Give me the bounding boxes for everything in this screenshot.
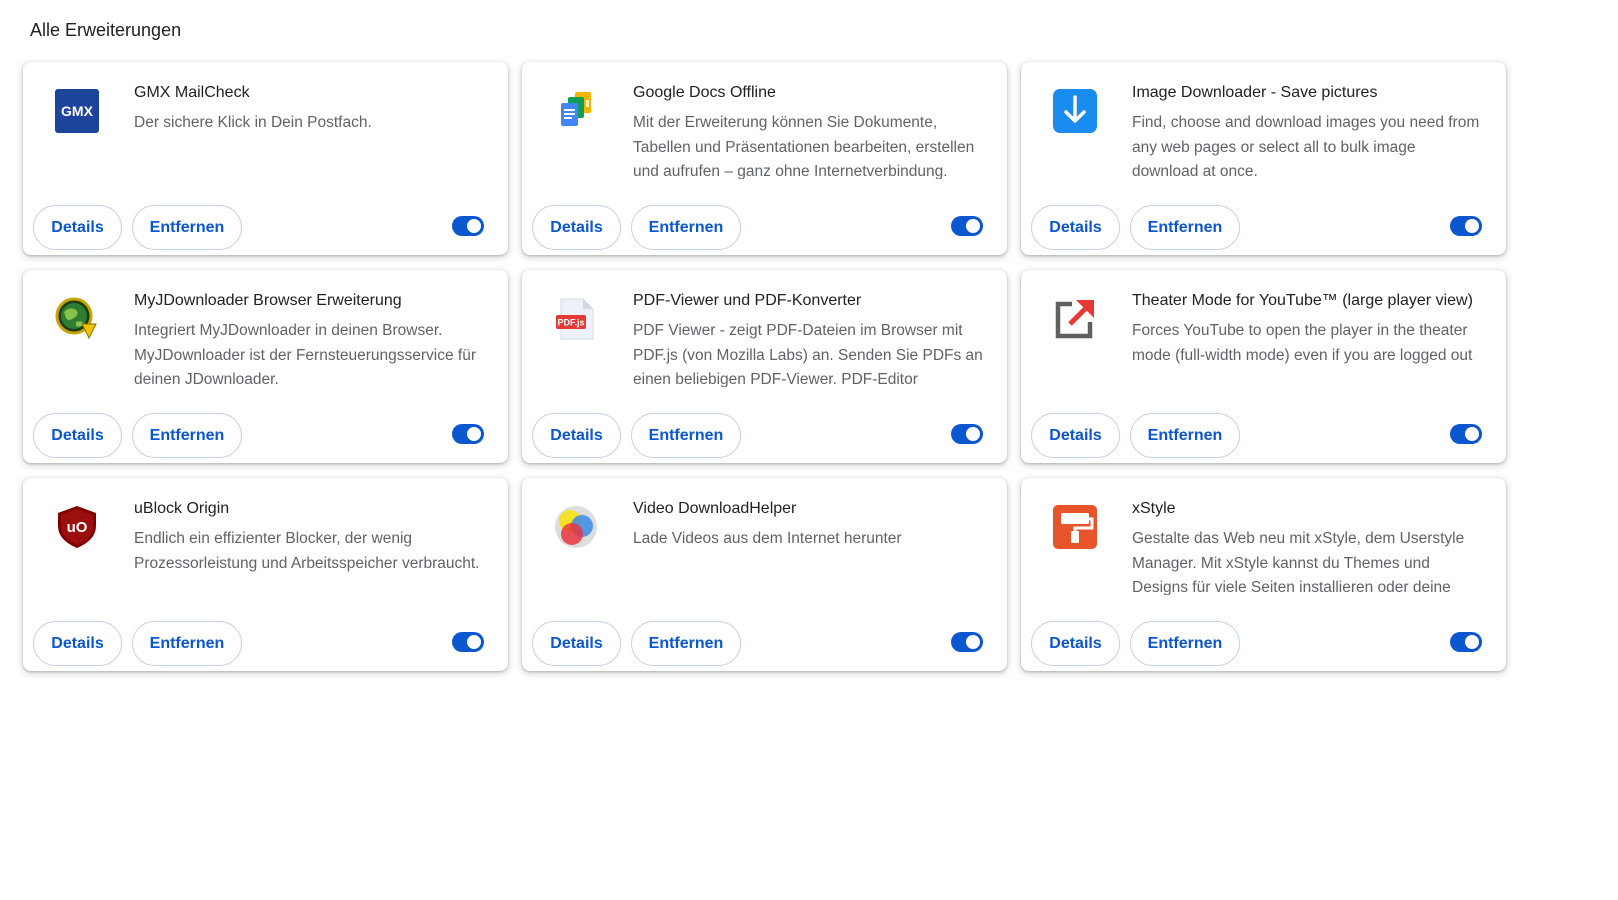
extension-card-google-docs-offline: Google Docs Offline Mit der Erweiterung … [522, 62, 1007, 255]
extension-name: Video DownloadHelper [633, 500, 797, 517]
extensions-grid: GMX GMX MailCheck Der sichere Klick in D… [23, 62, 1506, 671]
details-button[interactable]: Details [33, 413, 122, 458]
svg-text:uO: uO [67, 519, 88, 536]
enable-toggle[interactable] [951, 216, 983, 236]
ublock-shield-icon: uO [54, 504, 100, 550]
details-button[interactable]: Details [1031, 621, 1120, 666]
details-button[interactable]: Details [532, 205, 621, 250]
toggle-knob [467, 635, 481, 649]
remove-button[interactable]: Entfernen [631, 205, 741, 250]
extension-description: Find, choose and download images you nee… [1132, 114, 1480, 179]
extension-name: uBlock Origin [134, 500, 230, 517]
enable-toggle[interactable] [452, 216, 484, 236]
details-button[interactable]: Details [33, 621, 122, 666]
toggle-knob [966, 635, 980, 649]
remove-button[interactable]: Entfernen [1130, 621, 1240, 666]
extension-description: Lade Videos aus dem Internet herunter [633, 530, 902, 547]
enable-toggle[interactable] [1450, 216, 1482, 236]
colored-circles-icon [553, 504, 599, 550]
enable-toggle[interactable] [951, 424, 983, 444]
extension-card-theater-mode: Theater Mode for YouTube™ (large player … [1021, 270, 1506, 463]
globe-download-icon [54, 296, 100, 342]
remove-button[interactable]: Entfernen [631, 621, 741, 666]
extension-card-gmx-mailcheck: GMX GMX MailCheck Der sichere Klick in D… [23, 62, 508, 255]
extension-description: Integriert MyJDownloader in deinen Brows… [134, 322, 476, 387]
extension-name: Image Downloader - Save pictures [1132, 84, 1378, 101]
svg-text:GMX: GMX [61, 103, 94, 119]
extension-card-ublock-origin: uO uBlock Origin Endlich ein effizienter… [23, 478, 508, 671]
section-title: Alle Erweiterungen [30, 20, 182, 40]
paint-roller-icon [1052, 504, 1098, 550]
enable-toggle[interactable] [1450, 632, 1482, 652]
svg-text:PDF.js: PDF.js [557, 318, 584, 328]
expand-arrow-icon [1052, 296, 1098, 342]
remove-button[interactable]: Entfernen [132, 413, 242, 458]
extension-description: PDF Viewer - zeigt PDF-Dateien im Browse… [633, 322, 983, 387]
gmx-icon: GMX [54, 88, 100, 134]
remove-button[interactable]: Entfernen [631, 413, 741, 458]
pdf-file-icon: PDF.js [553, 296, 599, 342]
extension-description: Forces YouTube to open the player in the… [1132, 322, 1473, 364]
details-button[interactable]: Details [532, 413, 621, 458]
details-button[interactable]: Details [33, 205, 122, 250]
remove-button[interactable]: Entfernen [132, 621, 242, 666]
remove-button[interactable]: Entfernen [132, 205, 242, 250]
extension-card-xstyle: xStyle Gestalte das Web neu mit xStyle, … [1021, 478, 1506, 671]
extension-card-image-downloader: Image Downloader - Save pictures Find, c… [1021, 62, 1506, 255]
remove-button[interactable]: Entfernen [1130, 413, 1240, 458]
extension-name: Theater Mode for YouTube™ (large player … [1132, 292, 1473, 309]
extension-description: Mit der Erweiterung können Sie Dokumente… [633, 114, 975, 179]
download-arrow-icon [1052, 88, 1098, 134]
toggle-knob [467, 219, 481, 233]
extension-description: Gestalte das Web neu mit xStyle, dem Use… [1132, 530, 1465, 595]
enable-toggle[interactable] [452, 424, 484, 444]
remove-button[interactable]: Entfernen [1130, 205, 1240, 250]
extension-description: Endlich ein effizienter Blocker, der wen… [134, 530, 480, 572]
toggle-knob [1465, 635, 1479, 649]
toggle-knob [1465, 427, 1479, 441]
toggle-knob [1465, 219, 1479, 233]
extension-name: GMX MailCheck [134, 84, 250, 101]
enable-toggle[interactable] [951, 632, 983, 652]
extension-name: MyJDownloader Browser Erweiterung [134, 292, 402, 309]
extension-name: Google Docs Offline [633, 84, 776, 101]
extension-card-video-downloadhelper: Video DownloadHelper Lade Videos aus dem… [522, 478, 1007, 671]
details-button[interactable]: Details [1031, 413, 1120, 458]
extension-name: xStyle [1132, 500, 1176, 517]
enable-toggle[interactable] [1450, 424, 1482, 444]
extension-card-pdf-viewer: PDF.js PDF-Viewer und PDF-Konverter PDF … [522, 270, 1007, 463]
details-button[interactable]: Details [532, 621, 621, 666]
extension-description: Der sichere Klick in Dein Postfach. [134, 114, 372, 131]
google-docs-offline-icon [553, 88, 599, 134]
details-button[interactable]: Details [1031, 205, 1120, 250]
enable-toggle[interactable] [452, 632, 484, 652]
toggle-knob [467, 427, 481, 441]
extension-card-myjdownloader: MyJDownloader Browser Erweiterung Integr… [23, 270, 508, 463]
extension-name: PDF-Viewer und PDF-Konverter [633, 292, 862, 309]
toggle-knob [966, 219, 980, 233]
toggle-knob [966, 427, 980, 441]
